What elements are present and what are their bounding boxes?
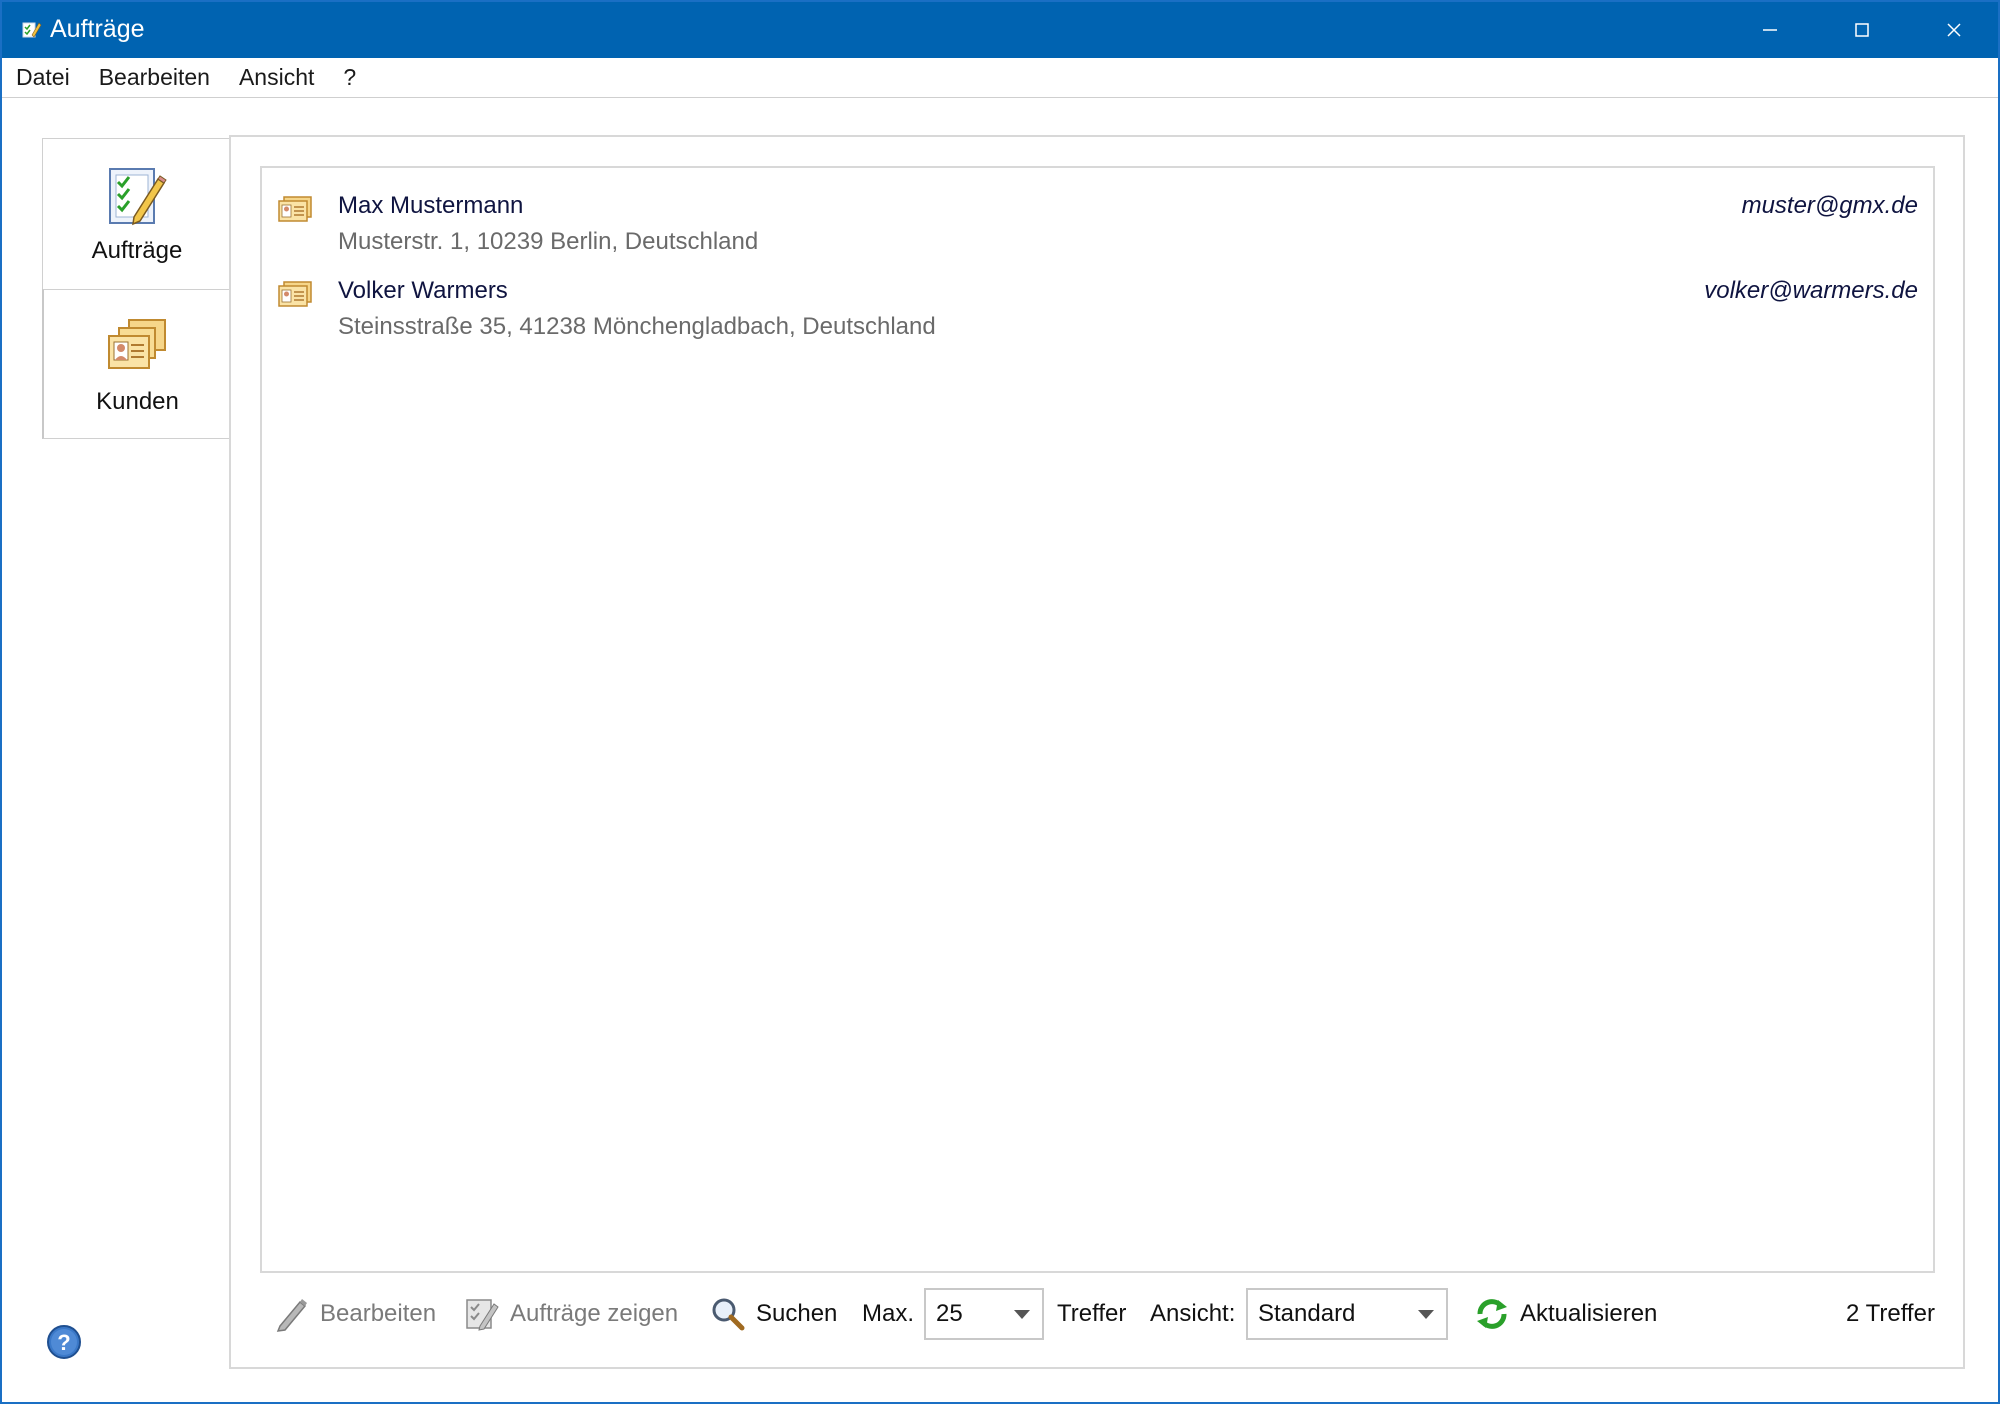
show-orders-button[interactable]: Aufträge zeigen xyxy=(464,1282,678,1346)
app-window: Aufträge Datei Bearbeiten Ansicht ? Auft… xyxy=(0,0,2000,1404)
maximize-button[interactable] xyxy=(1816,2,1908,58)
close-icon xyxy=(1947,23,1961,37)
list-item[interactable]: Max Mustermann Musterstr. 1, 10239 Berli… xyxy=(278,180,1918,260)
result-count: 2 Treffer xyxy=(1846,1300,1935,1327)
menu-help[interactable]: ? xyxy=(343,64,356,91)
customer-list[interactable]: Max Mustermann Musterstr. 1, 10239 Berli… xyxy=(260,166,1935,1273)
refresh-button[interactable]: Aktualisieren xyxy=(1474,1282,1657,1346)
tab-kunden[interactable]: Kunden xyxy=(42,289,231,439)
title-bar[interactable]: Aufträge xyxy=(2,2,1998,58)
bottom-toolbar: Bearbeiten Aufträge zeigen Suchen Max. 2… xyxy=(260,1282,1935,1346)
contact-card-icon xyxy=(278,281,312,307)
view-value: Standard xyxy=(1258,1300,1356,1327)
view-select[interactable]: Standard xyxy=(1246,1288,1448,1340)
customer-address: Steinsstraße 35, 41238 Mönchengladbach, … xyxy=(338,313,936,340)
tab-auftraege-label: Aufträge xyxy=(91,237,183,264)
max-select[interactable]: 25 xyxy=(924,1288,1044,1340)
search-icon xyxy=(712,1298,745,1331)
menu-bar: Datei Bearbeiten Ansicht ? xyxy=(2,58,1998,98)
view-label: Ansicht: xyxy=(1150,1300,1236,1327)
edit-label: Bearbeiten xyxy=(320,1300,437,1327)
customer-name: Volker Warmers xyxy=(338,277,508,304)
customer-address: Musterstr. 1, 10239 Berlin, Deutschland xyxy=(338,228,759,255)
result-count-wrap: 2 Treffer xyxy=(1846,1282,1935,1346)
app-icon xyxy=(22,22,42,38)
edit-button[interactable]: Bearbeiten xyxy=(274,1282,436,1346)
chevron-down-icon xyxy=(1014,1310,1030,1319)
hits-label: Treffer xyxy=(1057,1300,1127,1327)
tab-kunden-label: Kunden xyxy=(96,388,179,415)
contact-card-icon xyxy=(278,196,312,222)
max-label-wrap: Max. xyxy=(862,1282,914,1346)
max-label: Max. xyxy=(862,1300,915,1327)
hits-label-wrap: Treffer xyxy=(1057,1282,1126,1346)
minimize-icon xyxy=(1763,29,1777,31)
search-label: Suchen xyxy=(756,1300,838,1327)
refresh-label: Aktualisieren xyxy=(1520,1300,1658,1327)
window-title: Aufträge xyxy=(50,15,145,43)
menu-datei[interactable]: Datei xyxy=(16,64,70,91)
refresh-icon xyxy=(1477,1299,1507,1329)
view-label-wrap: Ansicht: xyxy=(1150,1282,1235,1346)
max-value: 25 xyxy=(936,1300,963,1327)
maximize-icon xyxy=(1855,23,1869,37)
show-orders-label: Aufträge zeigen xyxy=(510,1300,679,1327)
help-icon[interactable]: ? xyxy=(46,1324,82,1360)
checklist-pencil-icon xyxy=(109,168,167,226)
checklist-pencil-icon xyxy=(466,1299,499,1331)
menu-ansicht[interactable]: Ansicht xyxy=(239,64,314,91)
customer-email: volker@warmers.de xyxy=(1704,277,1918,304)
pencil-icon xyxy=(276,1299,307,1332)
menu-bearbeiten[interactable]: Bearbeiten xyxy=(99,64,210,91)
search-button[interactable]: Suchen xyxy=(710,1282,837,1346)
chevron-down-icon xyxy=(1418,1310,1434,1319)
tab-auftraege[interactable]: Aufträge xyxy=(42,138,231,290)
contact-cards-icon xyxy=(107,319,166,369)
customer-name: Max Mustermann xyxy=(338,192,524,219)
list-item[interactable]: Volker Warmers Steinsstraße 35, 41238 Mö… xyxy=(278,265,1918,345)
minimize-button[interactable] xyxy=(1724,2,1816,58)
svg-text:?: ? xyxy=(57,1330,70,1355)
customer-email: muster@gmx.de xyxy=(1741,192,1918,219)
close-button[interactable] xyxy=(1908,2,2000,58)
